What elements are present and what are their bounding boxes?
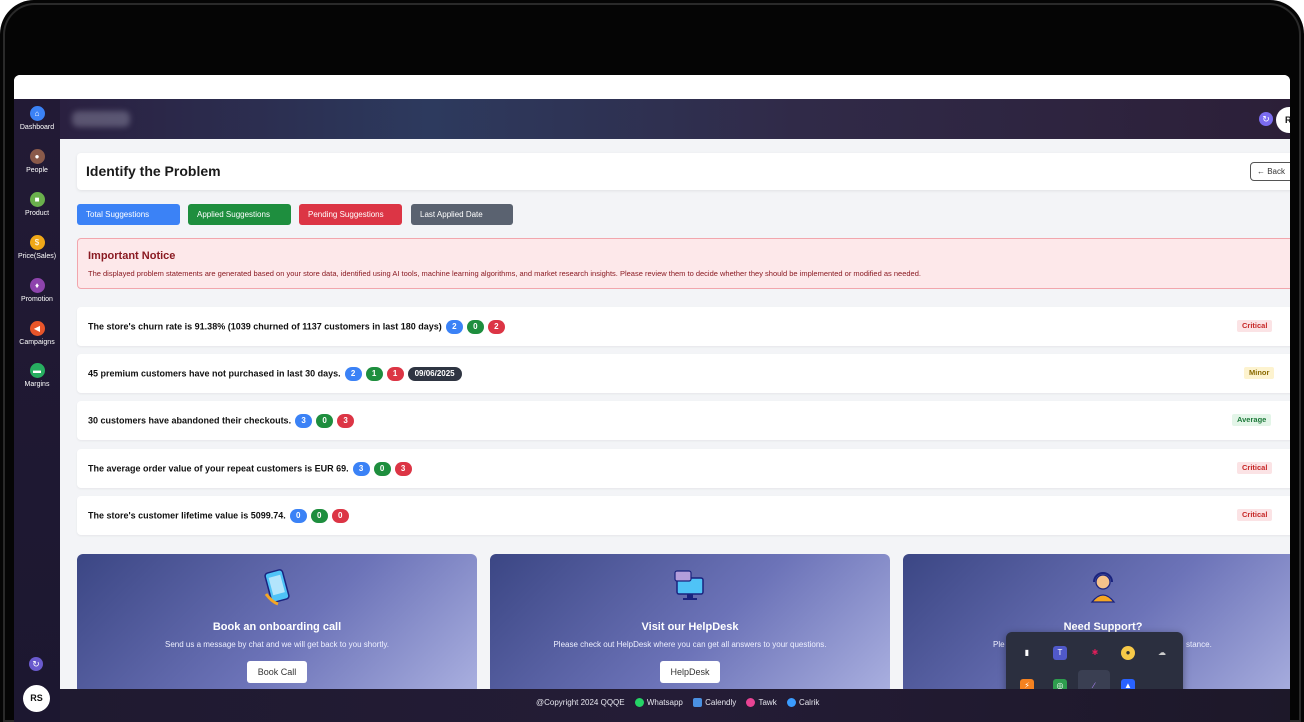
browser-top-strip — [14, 75, 1290, 99]
sync-icon[interactable]: ↻ — [29, 657, 43, 671]
sidebar: ⌂ Dashboard ● People ■ Product $ Price(S… — [14, 99, 60, 722]
phone-call-icon — [264, 569, 290, 606]
dollar-icon: $ — [29, 235, 45, 250]
app-screen: ⌂ Dashboard ● People ■ Product $ Price(S… — [14, 75, 1290, 722]
back-button[interactable]: ← Back — [1250, 162, 1290, 181]
important-notice: Important Notice The displayed problem s… — [77, 238, 1290, 289]
pending-count-badge: 0 — [331, 509, 349, 523]
promo-text-start: Ple — [993, 640, 1005, 649]
pending-count-badge: 1 — [386, 367, 404, 381]
total-count-badge: 2 — [344, 367, 362, 381]
main-content: Identify the Problem ← Back Total Sugges… — [60, 139, 1290, 694]
user-avatar[interactable]: RS — [23, 685, 50, 712]
pending-count-badge: 3 — [394, 462, 412, 476]
helpdesk-monitor-icon — [674, 570, 704, 600]
notice-title: Important Notice — [88, 250, 176, 262]
tab-applied-suggestions[interactable]: Applied Suggestions — [188, 204, 291, 225]
support-agent-icon — [1090, 572, 1116, 603]
last-applied-date-badge: 09/06/2025 — [407, 367, 462, 381]
promo-text-end: stance. — [1186, 640, 1212, 649]
whatsapp-link[interactable]: Whatsapp — [647, 698, 683, 707]
sidebar-item-product[interactable]: ■ Product — [14, 192, 60, 218]
page-title-card: Identify the Problem ← Back — [77, 153, 1290, 190]
calendar-icon — [693, 698, 703, 708]
slack-icon[interactable]: ✱ — [1088, 646, 1102, 660]
calendly-link[interactable]: Calendly — [705, 698, 736, 707]
tawk-link[interactable]: Tawk — [758, 698, 776, 707]
promo-title: Visit our HelpDesk — [641, 621, 739, 633]
applied-count-badge: 0 — [316, 414, 334, 428]
problem-statement: The store's customer lifetime value is 5… — [88, 510, 286, 521]
severity-badge: Minor — [1244, 367, 1275, 379]
applied-count-badge: 1 — [365, 367, 383, 381]
sidebar-item-people[interactable]: ● People — [14, 149, 60, 175]
severity-badge: Critical — [1237, 509, 1273, 521]
tab-pending-suggestions[interactable]: Pending Suggestions — [299, 204, 402, 225]
problem-row[interactable]: The store's customer lifetime value is 5… — [77, 496, 1290, 535]
book-call-button[interactable]: Book Call — [247, 661, 307, 683]
cloud-off-icon[interactable]: ☁ — [1155, 646, 1169, 660]
severity-badge: Average — [1232, 414, 1272, 426]
tab-last-applied-date[interactable]: Last Applied Date — [411, 204, 513, 225]
severity-badge: Critical — [1237, 462, 1273, 474]
teams-icon[interactable]: T — [1053, 646, 1067, 660]
applied-count-badge: 0 — [310, 509, 328, 523]
chat-bubble-icon — [746, 698, 756, 708]
refresh-icon[interactable]: ↻ — [1259, 112, 1273, 126]
home-icon: ⌂ — [29, 106, 45, 121]
footer: @Copyright 2024 QQQE Whatsapp Calendly T… — [60, 689, 1290, 722]
problem-row[interactable]: 45 premium customers have not purchased … — [77, 354, 1290, 393]
helpdesk-button[interactable]: HelpDesk — [660, 661, 720, 683]
copyright-text: @Copyright 2024 QQQE — [536, 698, 625, 707]
onboarding-call-card: Book an onboarding call Send us a messag… — [77, 554, 477, 694]
problem-row[interactable]: 30 customers have abandoned their checko… — [77, 401, 1290, 440]
gift-icon: ♦ — [29, 278, 45, 293]
problem-statement: 30 customers have abandoned their checko… — [88, 415, 292, 426]
sidebar-item-promotion[interactable]: ♦ Promotion — [14, 278, 60, 304]
sidebar-item-margins[interactable]: ▬ Margins — [14, 363, 60, 389]
total-count-badge: 3 — [352, 462, 370, 476]
box-icon: ■ — [29, 192, 45, 207]
promo-text: Send us a message by chat and we will ge… — [165, 640, 389, 649]
problem-statement: 45 premium customers have not purchased … — [88, 368, 341, 379]
sticky-note-icon[interactable]: ● — [1121, 646, 1135, 660]
pending-count-badge: 2 — [487, 320, 505, 334]
total-count-badge: 2 — [445, 320, 463, 334]
device-frame: ⌂ Dashboard ● People ■ Product $ Price(S… — [0, 0, 1304, 722]
app-logo — [72, 111, 130, 127]
notice-text: The displayed problem statements are gen… — [88, 269, 921, 278]
clipboard-icon[interactable]: ▮ — [1020, 646, 1034, 660]
total-count-badge: 0 — [289, 509, 307, 523]
severity-badge: Critical — [1237, 320, 1273, 332]
top-header: ↻ R — [60, 99, 1290, 139]
header-avatar[interactable]: R — [1276, 107, 1290, 133]
page-title: Identify the Problem — [86, 163, 221, 179]
sidebar-item-campaigns[interactable]: ◀ Campaigns — [14, 321, 60, 347]
whatsapp-icon — [634, 698, 644, 708]
problem-statement: The average order value of your repeat c… — [88, 463, 349, 474]
problem-statement: The store's churn rate is 91.38% (1039 c… — [88, 321, 442, 332]
applied-count-badge: 0 — [373, 462, 391, 476]
sidebar-item-price-sales[interactable]: $ Price(Sales) — [14, 235, 60, 261]
problem-row[interactable]: The average order value of your repeat c… — [77, 449, 1290, 488]
promo-title: Book an onboarding call — [212, 621, 342, 633]
sidebar-item-dashboard[interactable]: ⌂ Dashboard — [14, 106, 60, 132]
phone-icon — [786, 698, 796, 708]
pending-count-badge: 3 — [337, 414, 355, 428]
cash-icon: ▬ — [29, 363, 45, 378]
applied-count-badge: 0 — [466, 320, 484, 334]
calrik-link[interactable]: Calrik — [799, 698, 819, 707]
promo-text: Please check out HelpDesk where you can … — [553, 640, 827, 649]
helpdesk-card: Visit our HelpDesk Please check out Help… — [490, 554, 890, 694]
problem-row[interactable]: The store's churn rate is 91.38% (1039 c… — [77, 307, 1290, 346]
person-icon: ● — [29, 149, 45, 164]
tab-total-suggestions[interactable]: Total Suggestions — [77, 204, 180, 225]
total-count-badge: 3 — [295, 414, 313, 428]
megaphone-icon: ◀ — [29, 321, 45, 336]
